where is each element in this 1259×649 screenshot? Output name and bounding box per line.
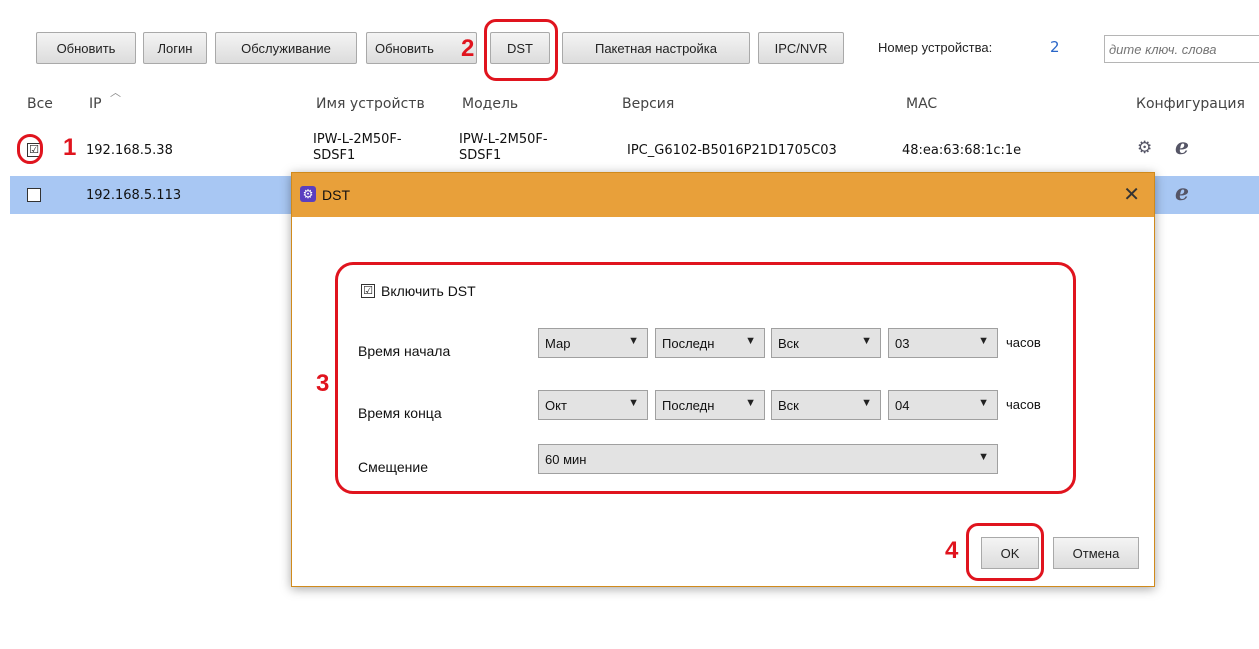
row-mac: 48:ea:63:68:1c:1e <box>902 143 1022 158</box>
row-ip: 192.168.5.113 <box>86 188 182 203</box>
close-icon[interactable]: ✕ <box>1123 182 1140 206</box>
row-checkbox[interactable] <box>27 188 41 202</box>
batch-config-button[interactable]: Пакетная настройка <box>562 32 750 64</box>
annotation-3: 3 <box>316 370 330 397</box>
annotation-4: 4 <box>945 537 959 564</box>
cancel-button[interactable]: Отмена <box>1053 537 1139 569</box>
header-version[interactable]: Версия <box>622 96 674 112</box>
dialog-titlebar[interactable]: ⚙ DST ✕ <box>292 173 1154 217</box>
app-logo-icon: ⚙ <box>300 186 316 202</box>
header-config[interactable]: Конфигурация <box>1136 96 1245 112</box>
refresh-button[interactable]: Обновить <box>36 32 136 64</box>
row-name-line1: IPW-L-2M50F- <box>313 132 402 147</box>
row-version: IPC_G6102-B5016P21D1705C03 <box>627 143 837 158</box>
row-model-line2: SDSF1 <box>459 148 502 163</box>
header-ip[interactable]: IP <box>89 96 102 112</box>
row-name-line2: SDSF1 <box>313 148 356 163</box>
device-count: 2 <box>1050 38 1060 56</box>
header-mac[interactable]: MAC <box>906 96 937 112</box>
ie-icon[interactable]: e <box>1175 134 1189 160</box>
device-count-label: Номер устройства: <box>878 40 993 55</box>
dialog-title: DST <box>322 187 350 203</box>
search-input[interactable] <box>1104 35 1259 63</box>
highlight-ok-button <box>966 523 1044 581</box>
maintenance-button[interactable]: Обслуживание <box>215 32 357 64</box>
gear-icon[interactable]: ⚙ <box>1137 138 1152 158</box>
ipc-nvr-button[interactable]: IPC/NVR <box>758 32 844 64</box>
header-device-name[interactable]: Имя устройств <box>316 96 425 112</box>
highlight-dst-button <box>484 19 558 81</box>
header-model[interactable]: Модель <box>462 96 518 112</box>
annotation-2: 2 <box>461 35 475 62</box>
row-model-line1: IPW-L-2M50F- <box>459 132 548 147</box>
login-button[interactable]: Логин <box>143 32 207 64</box>
header-all[interactable]: Все <box>27 96 53 112</box>
row-ip: 192.168.5.38 <box>86 143 173 158</box>
sort-arrow-icon: ︿ <box>110 86 121 99</box>
highlight-checkbox <box>17 134 43 164</box>
annotation-1: 1 <box>63 134 77 161</box>
ie-icon[interactable]: e <box>1175 180 1189 206</box>
highlight-dst-settings <box>335 262 1076 494</box>
